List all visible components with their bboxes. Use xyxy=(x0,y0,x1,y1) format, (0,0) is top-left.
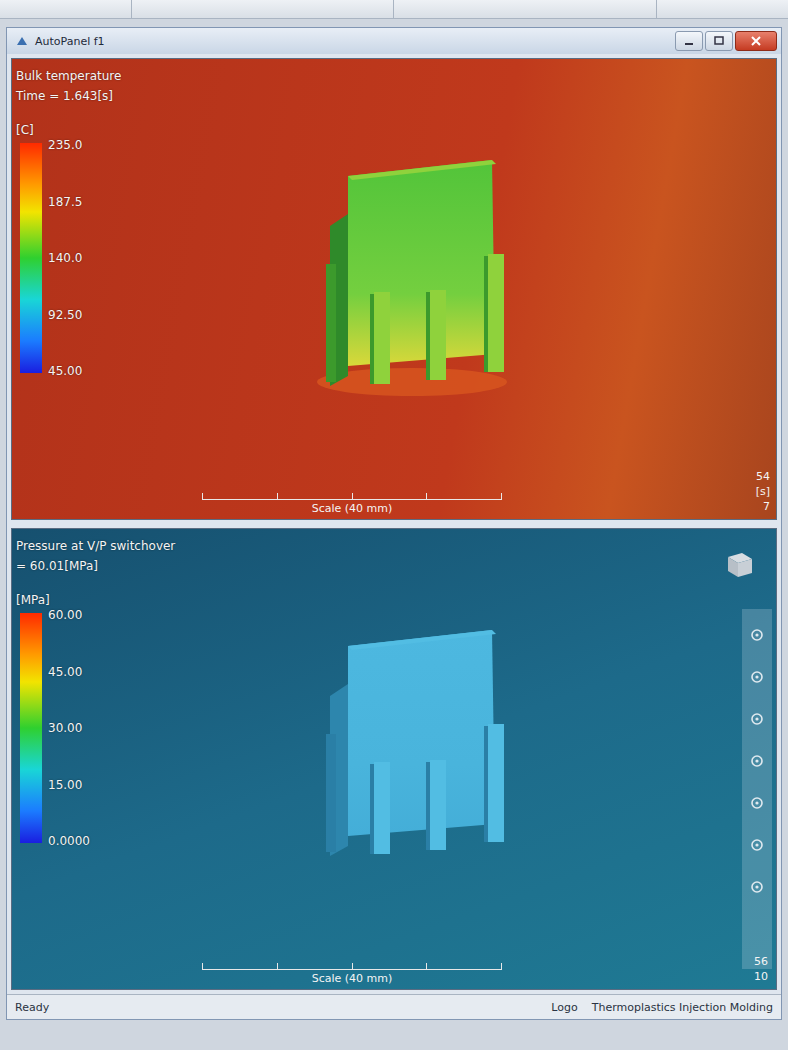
corner-value: 10 xyxy=(754,970,768,983)
result-value: = 60.01[MPa] xyxy=(16,559,776,573)
legend-tick: 60.00 xyxy=(48,608,90,622)
corner-value: 54 xyxy=(756,470,770,483)
zoom-icon[interactable] xyxy=(749,711,765,727)
pan-icon[interactable] xyxy=(749,669,765,685)
fit-icon[interactable] xyxy=(749,795,765,811)
legend-tick: 235.0 xyxy=(48,138,82,152)
title-bar[interactable]: AutoPanel f1 xyxy=(7,28,781,54)
status-text: Ready xyxy=(15,1001,49,1014)
autopanel-window: AutoPanel f1 Bulk temperature Time = 1.643… xyxy=(6,27,782,1020)
corner-value: [s] xyxy=(756,485,770,498)
legend-tick: 187.5 xyxy=(48,195,82,209)
part-model[interactable] xyxy=(312,154,522,404)
corner-value: 56 xyxy=(754,955,768,968)
orbit-icon[interactable] xyxy=(749,627,765,643)
view-cube-icon[interactable] xyxy=(722,547,756,581)
legend-tick: 92.50 xyxy=(48,308,82,322)
legend-bar xyxy=(20,143,42,373)
maximize-button[interactable] xyxy=(705,31,733,51)
close-button[interactable] xyxy=(735,31,777,51)
scale-label: Scale (40 mm) xyxy=(312,500,393,515)
maximize-icon xyxy=(713,36,725,46)
status-bar: Ready Logo Thermoplastics Injection Moldin… xyxy=(7,994,781,1019)
corner-info: 5610 xyxy=(754,955,768,983)
legend-bar xyxy=(20,613,42,843)
scale-label: Scale (40 mm) xyxy=(312,970,393,985)
legend-tick: 45.00 xyxy=(48,364,82,378)
legend-tick: 15.00 xyxy=(48,778,90,792)
window-title: AutoPanel f1 xyxy=(35,35,669,48)
menu-strip xyxy=(0,0,788,19)
result-value: Time = 1.643[s] xyxy=(16,89,776,103)
legend-unit: [C] xyxy=(16,123,776,137)
result-viewport[interactable]: Pressure at V/P switchover = 60.01[MPa] [M… xyxy=(11,528,777,990)
result-name: Bulk temperature xyxy=(16,69,776,83)
corner-info: 54 [s] 7 xyxy=(756,470,770,513)
scale-bar: Scale (40 mm) xyxy=(202,963,502,985)
legend-tick: 45.00 xyxy=(48,665,90,679)
app-icon xyxy=(15,34,29,48)
part-model[interactable] xyxy=(312,624,522,874)
legend-tick: 140.0 xyxy=(48,251,82,265)
scale-bar: Scale (40 mm) xyxy=(202,493,502,515)
corner-value: 7 xyxy=(763,500,770,513)
minimize-button[interactable] xyxy=(675,31,703,51)
navigation-bar xyxy=(742,609,772,969)
desktop: AutoPanel f1 Bulk temperature Time = 1.643… xyxy=(0,0,788,1050)
legend-tick: 0.0000 xyxy=(48,834,90,848)
close-icon xyxy=(750,36,762,46)
look-icon[interactable] xyxy=(749,837,765,853)
status-item: Thermoplastics Injection Molding xyxy=(592,1001,773,1014)
result-viewport[interactable]: Bulk temperature Time = 1.643[s] [C]235.0 1… xyxy=(11,58,777,520)
result-name: Pressure at V/P switchover xyxy=(16,539,776,553)
legend-tick: 30.00 xyxy=(48,721,90,735)
legend-unit: [MPa] xyxy=(16,593,776,607)
walk-icon[interactable] xyxy=(749,879,765,895)
minimize-icon xyxy=(683,36,695,46)
rotate-icon[interactable] xyxy=(749,753,765,769)
status-item: Logo xyxy=(551,1001,577,1014)
